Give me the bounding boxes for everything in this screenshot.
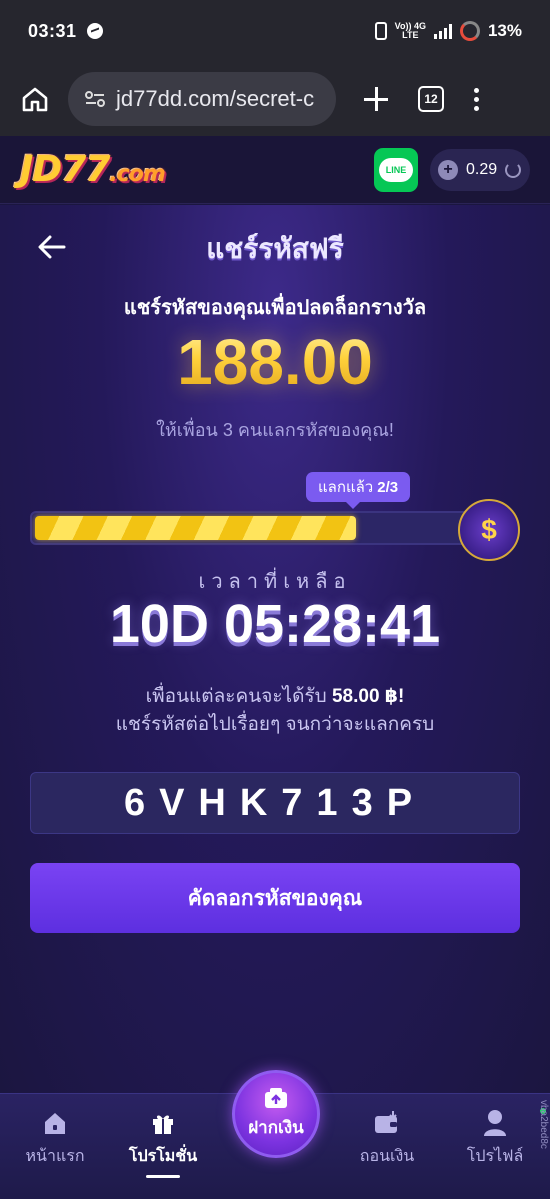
nav-promotions-label: โปรโมชั่น bbox=[128, 1148, 198, 1165]
friend-reward-amount: 58.00 ฿! bbox=[331, 686, 405, 707]
copy-code-button[interactable]: คัดลอกรหัสของคุณ bbox=[30, 863, 520, 933]
nav-profile-label: โปรไฟล์ bbox=[466, 1148, 524, 1165]
page-subtitle: แชร์รหัสของคุณเพื่อปลดล็อกรางวัล bbox=[123, 297, 427, 319]
site-header: JD77.com LINE + 0.29 bbox=[0, 136, 550, 204]
nav-promotions[interactable]: โปรโมชั่น bbox=[118, 1108, 208, 1178]
balance-pill[interactable]: + 0.29 bbox=[430, 148, 530, 191]
reward-ticket-icon: $ bbox=[458, 499, 520, 561]
bottom-navigation: หน้าแรก โปรโมชั่น ฝากเงิน ถอนเงิน โปรไฟล… bbox=[0, 1070, 550, 1199]
network-type: Vo)) 4G LTE bbox=[395, 22, 426, 40]
active-tab-indicator bbox=[146, 1175, 180, 1178]
friend-reward-prefix: เพื่อนแต่ละคนจะได้รับ bbox=[145, 686, 327, 707]
user-icon bbox=[484, 1110, 506, 1136]
progress-label: แลกแล้ว bbox=[318, 479, 374, 496]
gift-icon bbox=[153, 1115, 173, 1134]
progress-badge: แลกแล้ว 2/3 bbox=[306, 472, 411, 509]
status-icons: Vo)) 4G LTE 13% bbox=[374, 21, 522, 41]
friend-reward-info: เพื่อนแต่ละคนจะได้รับ 58.00 ฿! bbox=[0, 681, 550, 711]
page-title: แชร์รหัสฟรี bbox=[206, 233, 344, 264]
home-icon bbox=[22, 87, 48, 112]
add-funds-icon[interactable]: + bbox=[438, 159, 458, 180]
url-text: jd77dd.com/secret-c bbox=[116, 86, 315, 111]
version-tag: vba2bed8c bbox=[538, 1100, 549, 1149]
new-tab-button[interactable] bbox=[358, 81, 394, 117]
nav-deposit-label: ฝากเงิน bbox=[248, 1117, 304, 1137]
share-code-page: แชร์รหัสฟรี แชร์รหัสของคุณเพื่อปลดล็อกรา… bbox=[0, 205, 550, 1093]
nav-deposit-button[interactable]: ฝากเงิน bbox=[232, 1070, 320, 1158]
signal-icon bbox=[433, 23, 452, 39]
refresh-icon[interactable] bbox=[505, 161, 522, 178]
wallet-icon bbox=[375, 1111, 397, 1133]
site-logo[interactable]: JD77.com bbox=[20, 149, 166, 190]
status-time: 03:31 bbox=[28, 20, 77, 41]
logo-suffix-text: .com bbox=[109, 162, 165, 187]
browser-menu-button[interactable] bbox=[474, 87, 479, 111]
progress-bar bbox=[30, 511, 470, 545]
browser-toolbar: jd77dd.com/secret-c 12 bbox=[0, 62, 550, 136]
battery-level: 13% bbox=[487, 21, 522, 40]
invite-instructions: ให้เพื่อน 3 คนแลกรหัสของคุณ! bbox=[156, 420, 394, 440]
site-settings-icon[interactable] bbox=[84, 88, 106, 110]
line-button[interactable]: LINE bbox=[374, 147, 418, 192]
nav-profile[interactable]: โปรไฟล์ bbox=[450, 1108, 540, 1169]
deposit-icon bbox=[265, 1087, 287, 1108]
reward-amount: 188.00 bbox=[0, 325, 550, 399]
nav-withdraw[interactable]: ถอนเงิน bbox=[342, 1108, 432, 1169]
address-bar[interactable]: jd77dd.com/secret-c bbox=[68, 72, 336, 126]
browser-home-button[interactable] bbox=[14, 78, 56, 120]
progress-fill bbox=[35, 516, 356, 540]
tab-switcher-button[interactable]: 12 bbox=[418, 86, 444, 112]
vibrate-icon bbox=[374, 22, 387, 40]
nav-withdraw-label: ถอนเงิน bbox=[359, 1148, 415, 1165]
network-bottom-label: LTE bbox=[402, 30, 419, 40]
nav-home-label: หน้าแรก bbox=[25, 1148, 85, 1165]
progress-value: 2/3 bbox=[377, 478, 399, 496]
balance-value: 0.29 bbox=[466, 160, 498, 178]
battery-ring-icon bbox=[459, 21, 480, 41]
share-code[interactable]: 6VHK713P bbox=[30, 772, 520, 834]
nav-home[interactable]: หน้าแรก bbox=[10, 1108, 100, 1169]
share-instructions: แชร์รหัสต่อไปเรื่อยๆ จนกว่าจะแลกครบ bbox=[115, 714, 435, 735]
home-nav-icon bbox=[45, 1113, 65, 1134]
messenger-icon bbox=[86, 23, 103, 39]
logo-main-text: JD77 bbox=[20, 149, 110, 190]
countdown-timer: 10D 05:28:41 bbox=[109, 594, 441, 654]
status-bar: 03:31 Vo)) 4G LTE 13% bbox=[0, 0, 550, 62]
line-icon: LINE bbox=[379, 157, 413, 182]
